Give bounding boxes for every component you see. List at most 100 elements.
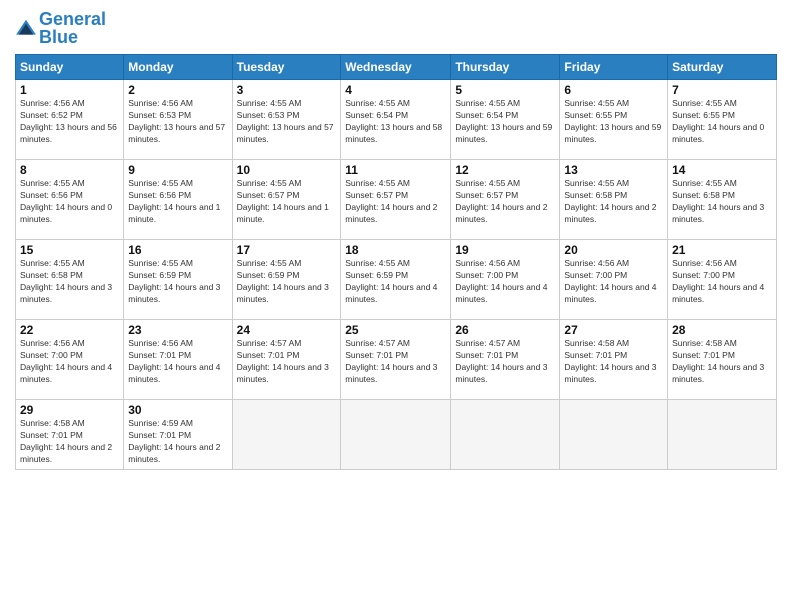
- calendar-day-cell: 17Sunrise: 4:55 AMSunset: 6:59 PMDayligh…: [232, 240, 341, 320]
- calendar-table: SundayMondayTuesdayWednesdayThursdayFrid…: [15, 54, 777, 470]
- day-info: Sunrise: 4:55 AMSunset: 6:58 PMDaylight:…: [672, 178, 772, 226]
- day-number: 16: [128, 243, 227, 257]
- calendar-day-cell: 13Sunrise: 4:55 AMSunset: 6:58 PMDayligh…: [560, 160, 668, 240]
- calendar-day-cell: 23Sunrise: 4:56 AMSunset: 7:01 PMDayligh…: [124, 320, 232, 400]
- day-number: 10: [237, 163, 337, 177]
- day-number: 23: [128, 323, 227, 337]
- calendar-day-cell: 10Sunrise: 4:55 AMSunset: 6:57 PMDayligh…: [232, 160, 341, 240]
- calendar-day-cell: 26Sunrise: 4:57 AMSunset: 7:01 PMDayligh…: [451, 320, 560, 400]
- day-info: Sunrise: 4:58 AMSunset: 7:01 PMDaylight:…: [672, 338, 772, 386]
- calendar-day-cell: 5Sunrise: 4:55 AMSunset: 6:54 PMDaylight…: [451, 80, 560, 160]
- calendar-day-cell: [232, 400, 341, 470]
- day-number: 19: [455, 243, 555, 257]
- day-info: Sunrise: 4:55 AMSunset: 6:57 PMDaylight:…: [455, 178, 555, 226]
- day-number: 3: [237, 83, 337, 97]
- calendar-week-row: 15Sunrise: 4:55 AMSunset: 6:58 PMDayligh…: [16, 240, 777, 320]
- calendar-day-cell: 22Sunrise: 4:56 AMSunset: 7:00 PMDayligh…: [16, 320, 124, 400]
- calendar-day-cell: 7Sunrise: 4:55 AMSunset: 6:55 PMDaylight…: [668, 80, 777, 160]
- day-number: 5: [455, 83, 555, 97]
- day-info: Sunrise: 4:59 AMSunset: 7:01 PMDaylight:…: [128, 418, 227, 466]
- day-number: 29: [20, 403, 119, 417]
- calendar-day-cell: 2Sunrise: 4:56 AMSunset: 6:53 PMDaylight…: [124, 80, 232, 160]
- day-number: 1: [20, 83, 119, 97]
- day-info: Sunrise: 4:55 AMSunset: 6:55 PMDaylight:…: [672, 98, 772, 146]
- day-info: Sunrise: 4:56 AMSunset: 7:00 PMDaylight:…: [455, 258, 555, 306]
- day-info: Sunrise: 4:55 AMSunset: 6:59 PMDaylight:…: [345, 258, 446, 306]
- calendar-day-cell: 1Sunrise: 4:56 AMSunset: 6:52 PMDaylight…: [16, 80, 124, 160]
- day-number: 25: [345, 323, 446, 337]
- calendar-day-cell: 30Sunrise: 4:59 AMSunset: 7:01 PMDayligh…: [124, 400, 232, 470]
- logo-icon: [15, 17, 37, 39]
- calendar-day-cell: 11Sunrise: 4:55 AMSunset: 6:57 PMDayligh…: [341, 160, 451, 240]
- calendar-day-cell: 28Sunrise: 4:58 AMSunset: 7:01 PMDayligh…: [668, 320, 777, 400]
- calendar-day-cell: 21Sunrise: 4:56 AMSunset: 7:00 PMDayligh…: [668, 240, 777, 320]
- day-info: Sunrise: 4:55 AMSunset: 6:55 PMDaylight:…: [564, 98, 663, 146]
- calendar-week-row: 1Sunrise: 4:56 AMSunset: 6:52 PMDaylight…: [16, 80, 777, 160]
- day-number: 28: [672, 323, 772, 337]
- day-info: Sunrise: 4:55 AMSunset: 6:53 PMDaylight:…: [237, 98, 337, 146]
- day-number: 21: [672, 243, 772, 257]
- calendar-day-cell: [560, 400, 668, 470]
- day-info: Sunrise: 4:56 AMSunset: 7:00 PMDaylight:…: [672, 258, 772, 306]
- calendar-day-cell: 18Sunrise: 4:55 AMSunset: 6:59 PMDayligh…: [341, 240, 451, 320]
- day-number: 6: [564, 83, 663, 97]
- day-info: Sunrise: 4:55 AMSunset: 6:59 PMDaylight:…: [237, 258, 337, 306]
- calendar-day-cell: 24Sunrise: 4:57 AMSunset: 7:01 PMDayligh…: [232, 320, 341, 400]
- calendar-day-cell: 20Sunrise: 4:56 AMSunset: 7:00 PMDayligh…: [560, 240, 668, 320]
- day-number: 18: [345, 243, 446, 257]
- calendar-day-cell: 15Sunrise: 4:55 AMSunset: 6:58 PMDayligh…: [16, 240, 124, 320]
- day-number: 13: [564, 163, 663, 177]
- calendar-week-row: 29Sunrise: 4:58 AMSunset: 7:01 PMDayligh…: [16, 400, 777, 470]
- weekday-header-tuesday: Tuesday: [232, 55, 341, 80]
- logo: GeneralBlue: [15, 10, 106, 46]
- day-number: 7: [672, 83, 772, 97]
- day-number: 20: [564, 243, 663, 257]
- day-info: Sunrise: 4:56 AMSunset: 7:00 PMDaylight:…: [20, 338, 119, 386]
- day-info: Sunrise: 4:55 AMSunset: 6:54 PMDaylight:…: [455, 98, 555, 146]
- header: GeneralBlue: [15, 10, 777, 46]
- day-info: Sunrise: 4:55 AMSunset: 6:56 PMDaylight:…: [128, 178, 227, 226]
- day-number: 22: [20, 323, 119, 337]
- weekday-header-monday: Monday: [124, 55, 232, 80]
- day-info: Sunrise: 4:55 AMSunset: 6:57 PMDaylight:…: [237, 178, 337, 226]
- day-info: Sunrise: 4:55 AMSunset: 6:54 PMDaylight:…: [345, 98, 446, 146]
- day-number: 14: [672, 163, 772, 177]
- day-info: Sunrise: 4:55 AMSunset: 6:58 PMDaylight:…: [564, 178, 663, 226]
- weekday-header-wednesday: Wednesday: [341, 55, 451, 80]
- calendar-day-cell: 6Sunrise: 4:55 AMSunset: 6:55 PMDaylight…: [560, 80, 668, 160]
- calendar-day-cell: 19Sunrise: 4:56 AMSunset: 7:00 PMDayligh…: [451, 240, 560, 320]
- day-info: Sunrise: 4:56 AMSunset: 6:52 PMDaylight:…: [20, 98, 119, 146]
- calendar-day-cell: 8Sunrise: 4:55 AMSunset: 6:56 PMDaylight…: [16, 160, 124, 240]
- day-number: 17: [237, 243, 337, 257]
- day-info: Sunrise: 4:56 AMSunset: 7:01 PMDaylight:…: [128, 338, 227, 386]
- day-info: Sunrise: 4:55 AMSunset: 6:59 PMDaylight:…: [128, 258, 227, 306]
- day-info: Sunrise: 4:55 AMSunset: 6:57 PMDaylight:…: [345, 178, 446, 226]
- day-number: 12: [455, 163, 555, 177]
- day-number: 27: [564, 323, 663, 337]
- calendar-day-cell: [341, 400, 451, 470]
- calendar-day-cell: 4Sunrise: 4:55 AMSunset: 6:54 PMDaylight…: [341, 80, 451, 160]
- day-info: Sunrise: 4:58 AMSunset: 7:01 PMDaylight:…: [564, 338, 663, 386]
- weekday-header-thursday: Thursday: [451, 55, 560, 80]
- calendar-day-cell: 3Sunrise: 4:55 AMSunset: 6:53 PMDaylight…: [232, 80, 341, 160]
- day-number: 8: [20, 163, 119, 177]
- weekday-header-row: SundayMondayTuesdayWednesdayThursdayFrid…: [16, 55, 777, 80]
- calendar-day-cell: 29Sunrise: 4:58 AMSunset: 7:01 PMDayligh…: [16, 400, 124, 470]
- weekday-header-friday: Friday: [560, 55, 668, 80]
- weekday-header-sunday: Sunday: [16, 55, 124, 80]
- calendar-day-cell: 12Sunrise: 4:55 AMSunset: 6:57 PMDayligh…: [451, 160, 560, 240]
- day-info: Sunrise: 4:57 AMSunset: 7:01 PMDaylight:…: [237, 338, 337, 386]
- day-number: 11: [345, 163, 446, 177]
- calendar-week-row: 8 Sunrise: 4:55 AMSunset: 6:56 PMDaylight…: [16, 160, 777, 240]
- calendar-week-row: 22Sunrise: 4:56 AMSunset: 7:00 PMDayligh…: [16, 320, 777, 400]
- page: GeneralBlue SundayMondayTuesdayWednesday…: [0, 0, 792, 612]
- day-info: Sunrise: 4:57 AMSunset: 7:01 PMDaylight:…: [345, 338, 446, 386]
- day-number: 9: [128, 163, 227, 177]
- calendar-day-cell: 25Sunrise: 4:57 AMSunset: 7:01 PMDayligh…: [341, 320, 451, 400]
- day-number: 26: [455, 323, 555, 337]
- day-info: Sunrise: 4:57 AMSunset: 7:01 PMDaylight:…: [455, 338, 555, 386]
- calendar-day-cell: 16Sunrise: 4:55 AMSunset: 6:59 PMDayligh…: [124, 240, 232, 320]
- calendar-day-cell: 14Sunrise: 4:55 AMSunset: 6:58 PMDayligh…: [668, 160, 777, 240]
- calendar-day-cell: [668, 400, 777, 470]
- calendar-day-cell: [451, 400, 560, 470]
